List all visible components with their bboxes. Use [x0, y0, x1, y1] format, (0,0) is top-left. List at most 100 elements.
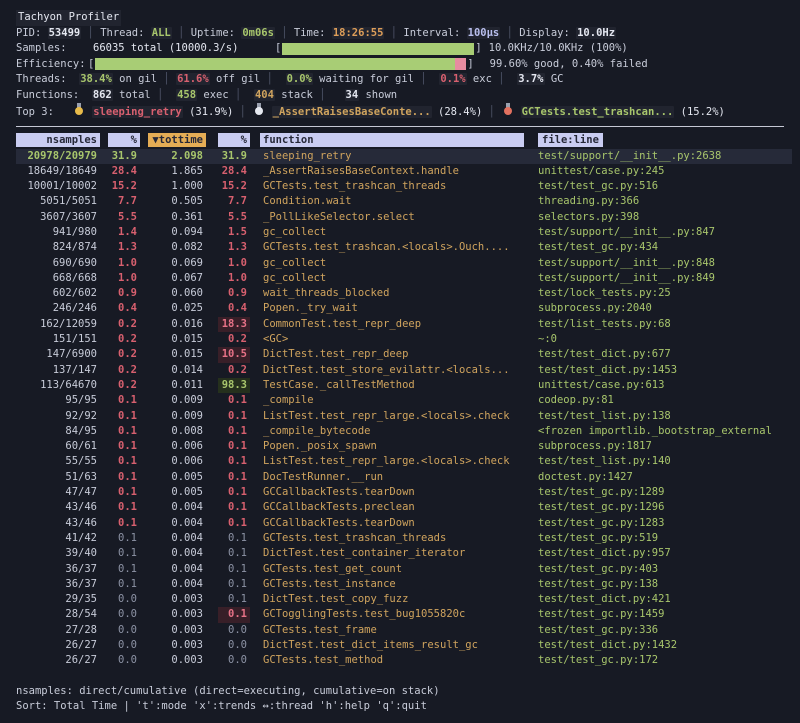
table-row[interactable]: 60/610.10.0060.1Popen._posix_spawnsubpro…: [16, 439, 792, 454]
table-row[interactable]: 151/1510.20.0150.2<GC>~:0: [16, 332, 792, 347]
cell-p1: 0.1: [108, 393, 140, 408]
table-row[interactable]: 43/460.10.0040.1GCCallbackTests.preclean…: [16, 500, 792, 515]
efficiency-label: Efficiency:: [16, 57, 88, 73]
footer: nsamples: direct/cumulative (direct=exec…: [16, 684, 792, 715]
cell-p2: 0.9: [218, 286, 250, 301]
cell-file: threading.py:366: [538, 194, 792, 209]
cell-tot: 0.003: [148, 638, 206, 653]
text-segment: _AssertRaisesBaseConte...: [272, 106, 432, 118]
cell-p1: 0.1: [108, 531, 140, 546]
text-segment: Display:: [513, 27, 576, 39]
table-row[interactable]: 20978/2097931.92.09831.9sleeping_retryte…: [16, 149, 792, 164]
text-segment: 53499: [48, 27, 82, 39]
cell-fn: ListTest.test_repr_large.<locals>.check: [260, 454, 524, 469]
table-row[interactable]: 941/9801.40.0941.5gc_collecttest/support…: [16, 225, 792, 240]
table-row[interactable]: 668/6681.00.0671.0gc_collecttest/support…: [16, 271, 792, 286]
table-row[interactable]: 39/400.10.0040.1DictTest.test_container_…: [16, 546, 792, 561]
table-row[interactable]: 47/470.10.0050.1GCCallbackTests.tearDown…: [16, 485, 792, 500]
table-row[interactable]: 36/370.10.0040.1GCTests.test_instancetes…: [16, 577, 792, 592]
table-row[interactable]: 92/920.10.0090.1ListTest.test_repr_large…: [16, 409, 792, 424]
table-row[interactable]: 5051/50517.70.5057.7Condition.waitthread…: [16, 194, 792, 209]
cell-p2: 0.0: [218, 638, 250, 653]
cell-p2: 15.2: [218, 179, 250, 194]
cell-tot: 0.015: [148, 332, 206, 347]
cell-fn: GCTests.test_trashcan_threads: [260, 531, 524, 546]
column-header-file-line[interactable]: file:line: [538, 133, 603, 147]
cell-ns: 824/874: [16, 240, 100, 255]
table-row[interactable]: 43/460.10.0040.1GCCallbackTests.tearDown…: [16, 516, 792, 531]
text-segment: GCTests.test_trashcan...: [521, 106, 675, 118]
cell-tot: 0.069: [148, 256, 206, 271]
cell-p2: 0.1: [218, 485, 250, 500]
table-row[interactable]: 55/550.10.0060.1ListTest.test_repr_large…: [16, 454, 792, 469]
table-row[interactable]: 27/280.00.0030.0GCTests.test_frametest/t…: [16, 623, 792, 638]
cell-fn: GCTests.test_frame: [260, 623, 524, 638]
cell-ns: 137/147: [16, 363, 100, 378]
cell-file: ~:0: [538, 332, 792, 347]
cell-p2: 0.2: [218, 363, 250, 378]
cell-p2: 0.1: [218, 546, 250, 561]
text-segment: [326, 89, 345, 101]
table-row[interactable]: 10001/1000215.21.00015.2GCTests.test_tra…: [16, 179, 792, 194]
silver-medal-icon: [254, 103, 263, 115]
cell-fn: GCTests.test_get_count: [260, 562, 524, 577]
table-row[interactable]: 36/370.10.0040.1GCTests.test_get_countte…: [16, 562, 792, 577]
text-segment: 18:26:55: [332, 27, 385, 39]
table-row[interactable]: 3607/36075.50.3615.5_PollLikeSelector.se…: [16, 210, 792, 225]
column-header-cumulative-percent[interactable]: %: [218, 133, 250, 147]
table-row[interactable]: 18649/1864928.41.86528.4_AssertRaisesBas…: [16, 164, 792, 179]
text-segment: [505, 73, 518, 85]
cell-ns: 43/46: [16, 516, 100, 531]
table-row[interactable]: 51/630.10.0050.1DocTestRunner.__rundocte…: [16, 470, 792, 485]
cell-ns: 55/55: [16, 454, 100, 469]
samples-value: 66035 total (10000.3/s): [93, 41, 275, 57]
table-row[interactable]: 29/350.00.0030.1DictTest.test_copy_fuzzt…: [16, 592, 792, 607]
table-row[interactable]: 113/646700.20.01198.3TestCase._callTestM…: [16, 378, 792, 393]
cell-ns: 5051/5051: [16, 194, 100, 209]
text-segment: Functions:: [16, 89, 92, 101]
cell-file: unittest/case.py:245: [538, 164, 792, 179]
table-row[interactable]: 246/2460.40.0250.4Popen._try_waitsubproc…: [16, 301, 792, 316]
cell-p2: 10.5: [218, 347, 250, 362]
cell-tot: 0.004: [148, 562, 206, 577]
column-header-tottime-sorted[interactable]: ▼tottime: [148, 133, 206, 147]
table-row[interactable]: 690/6901.00.0691.0gc_collecttest/support…: [16, 256, 792, 271]
cell-tot: 0.003: [148, 607, 206, 622]
cell-p2: 0.1: [218, 454, 250, 469]
column-header-direct-percent[interactable]: %: [108, 133, 140, 147]
cell-tot: 0.005: [148, 470, 206, 485]
cell-ns: 668/668: [16, 271, 100, 286]
text-segment: [163, 89, 176, 101]
column-header-function[interactable]: function: [260, 133, 524, 147]
cell-ns: 60/61: [16, 439, 100, 454]
text-segment: 34: [345, 89, 360, 101]
table-row[interactable]: 28/540.00.0030.1GCTogglingTests.test_bug…: [16, 607, 792, 622]
cell-p1: 0.2: [108, 363, 140, 378]
table-row[interactable]: 147/69000.20.01510.5DictTest.test_repr_d…: [16, 347, 792, 362]
table-row[interactable]: 26/270.00.0030.0GCTests.test_methodtest/…: [16, 653, 792, 668]
table-row[interactable]: 137/1470.20.0140.2DictTest.test_store_ev…: [16, 363, 792, 378]
table-row[interactable]: 95/950.10.0090.1_compilecodeop.py:81: [16, 393, 792, 408]
table-row[interactable]: 26/270.00.0030.0DictTest.test_dict_items…: [16, 638, 792, 653]
cell-p2: 5.5: [218, 210, 250, 225]
table-row[interactable]: 602/6020.90.0600.9wait_threads_blockedte…: [16, 286, 792, 301]
text-segment: 0.0%: [286, 73, 313, 85]
table-row[interactable]: 41/420.10.0040.1GCTests.test_trashcan_th…: [16, 531, 792, 546]
cell-fn: DictTest.test_repr_deep: [260, 347, 524, 362]
column-header-nsamples[interactable]: nsamples: [16, 133, 100, 147]
table-row[interactable]: 824/8741.30.0821.3GCTests.test_trashcan.…: [16, 240, 792, 255]
cell-p2: 0.1: [218, 500, 250, 515]
efficiency-bar-close-bracket: ]: [467, 57, 473, 73]
cell-p1: 0.2: [108, 332, 140, 347]
cell-fn: wait_threads_blocked: [260, 286, 524, 301]
cell-fn: GCTests.test_trashcan_threads: [260, 179, 524, 194]
cell-p1: 0.0: [108, 638, 140, 653]
samples-label: Samples:: [16, 41, 93, 57]
cell-p2: 0.4: [218, 301, 250, 316]
cell-p1: 31.9: [108, 149, 140, 164]
table-row[interactable]: 162/120590.20.01618.3CommonTest.test_rep…: [16, 317, 792, 332]
cell-ns: 84/95: [16, 424, 100, 439]
cell-p1: 0.1: [108, 485, 140, 500]
table-row[interactable]: 84/950.10.0080.1_compile_bytecode<frozen…: [16, 424, 792, 439]
cell-fn: CommonTest.test_repr_deep: [260, 317, 524, 332]
